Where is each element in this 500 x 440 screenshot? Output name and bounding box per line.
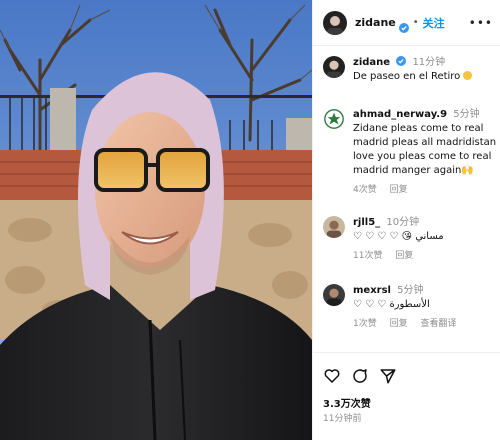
comment-like-count[interactable]: 1次赞	[353, 319, 377, 329]
instagram-post-view: zidane • 关注 ••• zidane 11分钟 De paseo en …	[0, 0, 500, 440]
reply-button[interactable]: 回复	[395, 251, 413, 261]
commenter-avatar[interactable]	[323, 216, 345, 238]
comment-icon[interactable]	[351, 367, 369, 385]
reply-button[interactable]: 回复	[390, 185, 408, 195]
post-header: zidane • 关注 •••	[313, 0, 500, 46]
comment-username[interactable]: rjll5_	[353, 217, 380, 228]
post-actions-bar: 3.3万次赞 11分钟前	[313, 352, 500, 440]
comment-username[interactable]: ahmad_nerway.9	[353, 109, 447, 120]
separator-dot: •	[412, 17, 419, 28]
verified-badge-icon	[398, 18, 409, 33]
caption-time: 11分钟	[412, 57, 446, 68]
author-avatar[interactable]	[323, 56, 345, 78]
verified-badge-icon	[396, 56, 407, 66]
comment-time: 10分钟	[386, 217, 420, 228]
comment-text: Zidane pleas come to real madrid pleas a…	[353, 123, 497, 176]
comment-username[interactable]: mexrsl	[353, 285, 391, 296]
heart-icon[interactable]	[323, 367, 341, 385]
commenter-avatar[interactable]	[323, 284, 345, 306]
post-side-panel: zidane • 关注 ••• zidane 11分钟 De paseo en …	[312, 0, 500, 440]
author-username[interactable]: zidane	[355, 16, 396, 29]
comments-list: zidane 11分钟 De paseo en el Retiro ahmad_…	[313, 52, 500, 352]
like-count[interactable]: 3.3万次赞	[323, 395, 371, 410]
comment-time: 5分钟	[397, 285, 424, 296]
posted-time: 11分钟前	[323, 414, 362, 424]
comment-text: ♡ ♡ ♡ الأسطورة	[353, 299, 430, 310]
comment-like-count[interactable]: 4次赞	[353, 185, 377, 195]
comment-time: 5分钟	[453, 109, 480, 120]
sun-emoji-icon	[463, 71, 473, 80]
caption-username[interactable]: zidane	[353, 57, 390, 68]
author-avatar[interactable]	[323, 10, 347, 35]
share-icon[interactable]	[379, 367, 397, 385]
see-translation-link[interactable]: 查看翻译	[421, 319, 457, 329]
comment-like-count[interactable]: 11次赞	[353, 251, 382, 261]
comment-text: ♡ ♡ ♡ ♡ 😘 مساني	[353, 231, 444, 242]
more-options-icon[interactable]: •••	[469, 16, 493, 30]
post-photo[interactable]	[0, 0, 312, 440]
follow-button[interactable]: 关注	[423, 15, 445, 31]
reply-button[interactable]: 回复	[390, 319, 408, 329]
commenter-avatar[interactable]	[323, 108, 345, 130]
caption-text: De paseo en el Retiro	[353, 71, 461, 82]
